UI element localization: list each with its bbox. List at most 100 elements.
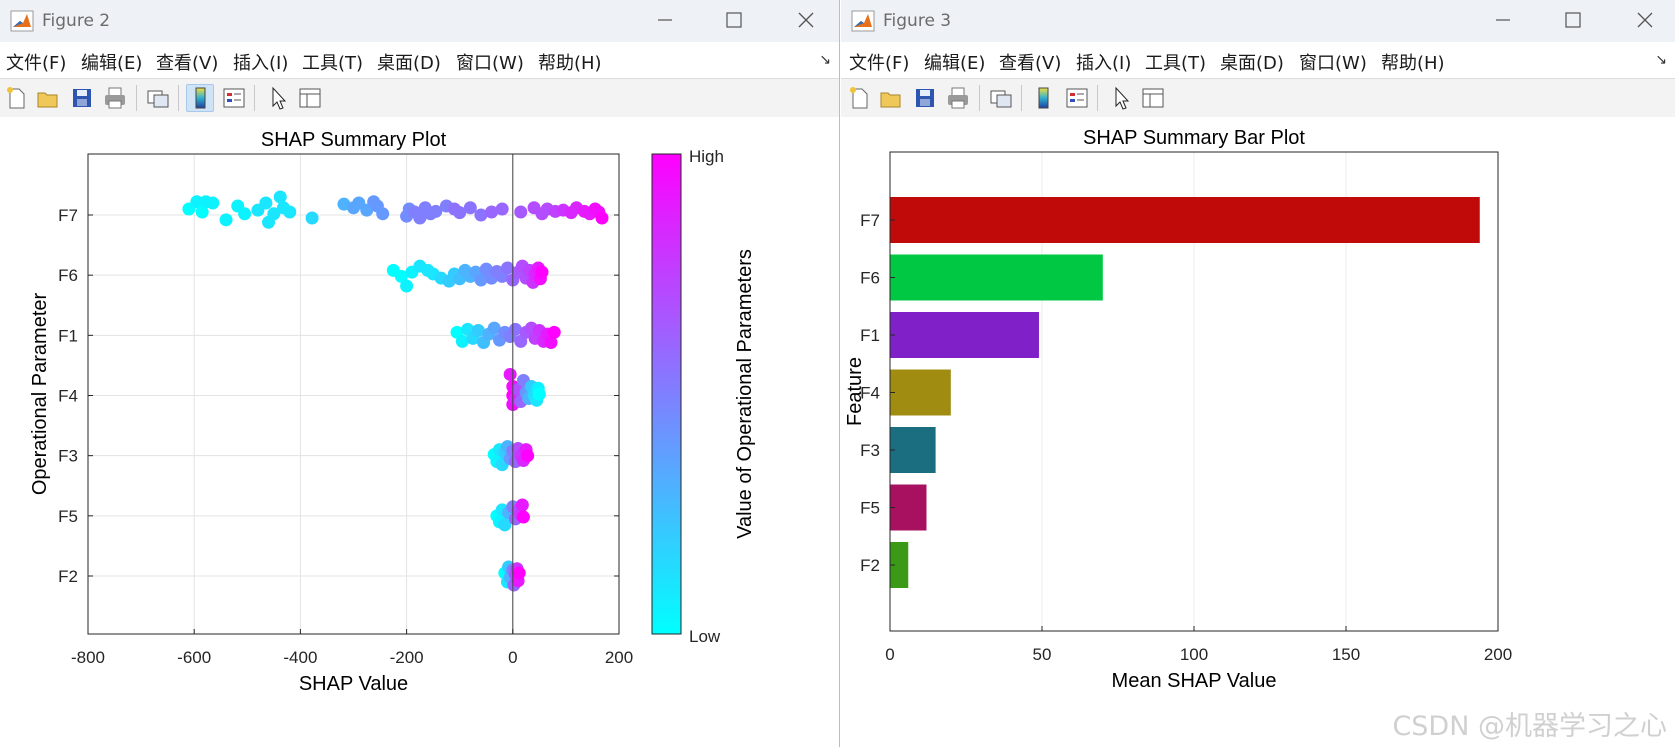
new-figure-icon[interactable] <box>2 84 30 112</box>
shap-summary-plot[interactable]: -800 -600 -400 -200 0 200 F2 F5 F3 F4 F1 F6 F7 SHAP … <box>0 117 839 747</box>
menu-help[interactable]: 帮助(H) <box>1381 49 1445 75</box>
figure-canvas: 0 50 100 150 200 F7 F6 F1 F4 F3 F5 F2 SHAP Summary … <box>841 117 1675 747</box>
menu-file[interactable]: 文件(F) <box>849 49 909 75</box>
open-file-icon[interactable] <box>877 84 905 112</box>
y-tick-label: F4 <box>58 387 78 406</box>
menu-tools[interactable]: 工具(T) <box>302 49 363 75</box>
menu-view[interactable]: 查看(V) <box>156 49 218 75</box>
bar-f3 <box>890 427 936 473</box>
menu-window[interactable]: 窗口(W) <box>1299 49 1367 75</box>
menu-file[interactable]: 文件(F) <box>6 49 66 75</box>
minimize-icon[interactable] <box>1491 8 1515 32</box>
pointer-icon[interactable] <box>264 84 292 112</box>
print-icon[interactable] <box>944 84 972 112</box>
menu-tools[interactable]: 工具(T) <box>1145 49 1206 75</box>
legend-icon[interactable] <box>220 84 248 112</box>
y-tick-label: F1 <box>860 326 880 345</box>
minimize-icon[interactable] <box>653 8 677 32</box>
colorbar-label: Value of Operational Parameters <box>734 249 756 539</box>
bar-f4 <box>890 369 951 416</box>
title-bar: Figure 3 <box>841 0 1675 42</box>
data-point <box>495 202 509 216</box>
toolbar-separator <box>1021 85 1022 111</box>
pointer-icon[interactable] <box>1107 84 1135 112</box>
close-icon[interactable] <box>794 8 818 32</box>
legend-icon[interactable] <box>1063 84 1091 112</box>
y-tick-label: F3 <box>860 441 880 460</box>
data-point <box>283 205 297 219</box>
x-tick-label: -600 <box>177 648 211 667</box>
y-tick-label: F1 <box>58 326 78 345</box>
menu-desktop[interactable]: 桌面(D) <box>1220 49 1284 75</box>
figure-canvas: -800 -600 -400 -200 0 200 F2 F5 F3 F4 F1 F6 F7 SHAP … <box>0 117 839 747</box>
data-point <box>595 211 609 225</box>
figure-toolbar <box>0 78 839 118</box>
x-tick-label: -400 <box>283 648 317 667</box>
y-tick-label: F7 <box>58 206 78 225</box>
matlab-logo-icon <box>10 9 34 37</box>
save-icon[interactable] <box>911 84 939 112</box>
bar-f5 <box>890 484 927 531</box>
colorbar-high-label: High <box>689 147 724 166</box>
x-tick-label: 150 <box>1332 645 1360 664</box>
figure-3-window: Figure 3 文件(F) 编辑(E) 查看(V) 插入(I) 工具(T) 桌… <box>841 0 1675 747</box>
menu-view[interactable]: 查看(V) <box>999 49 1061 75</box>
close-icon[interactable] <box>1633 8 1657 32</box>
x-tick-label: 0 <box>885 645 894 664</box>
link-plot-icon[interactable] <box>144 84 172 112</box>
colorbar-low-label: Low <box>689 627 721 646</box>
maximize-icon[interactable] <box>1561 8 1585 32</box>
menu-help[interactable]: 帮助(H) <box>538 49 602 75</box>
chart-title: SHAP Summary Bar Plot <box>1083 127 1305 149</box>
save-icon[interactable] <box>68 84 96 112</box>
toolbar-separator <box>136 85 137 111</box>
data-point <box>238 207 252 221</box>
bar-f6 <box>890 254 1103 301</box>
open-file-icon[interactable] <box>34 84 62 112</box>
toolbar-separator <box>254 85 255 111</box>
menu-edit[interactable]: 编辑(E) <box>81 49 142 75</box>
colorbar[interactable] <box>651 153 682 635</box>
data-point <box>514 205 528 219</box>
data-point <box>503 367 517 381</box>
y-tick-label: F2 <box>58 567 78 586</box>
y-tick-label: F6 <box>860 269 880 288</box>
toolbar-separator <box>1097 85 1098 111</box>
matlab-logo-icon <box>851 9 875 37</box>
print-icon[interactable] <box>101 84 129 112</box>
maximize-icon[interactable] <box>722 8 746 32</box>
colorbar-icon[interactable] <box>186 84 214 112</box>
bars <box>890 197 1480 588</box>
dock-arrow-icon[interactable]: ↘ <box>1655 52 1667 68</box>
menu-insert[interactable]: 插入(I) <box>1076 49 1131 75</box>
y-tick-label: F3 <box>58 447 78 466</box>
property-inspector-icon[interactable] <box>296 84 324 112</box>
toolbar-separator <box>178 85 179 111</box>
y-tick-label: F6 <box>58 266 78 285</box>
property-inspector-icon[interactable] <box>1139 84 1167 112</box>
y-tick-label: F5 <box>860 499 880 518</box>
data-point <box>400 279 414 293</box>
new-figure-icon[interactable] <box>845 84 873 112</box>
chart-title: SHAP Summary Plot <box>261 129 447 151</box>
dock-arrow-icon[interactable]: ↘ <box>819 52 831 68</box>
bar-f1 <box>890 312 1039 358</box>
menu-insert[interactable]: 插入(I) <box>233 49 288 75</box>
x-tick-label: -800 <box>71 648 105 667</box>
menu-window[interactable]: 窗口(W) <box>456 49 524 75</box>
menu-bar: 文件(F) 编辑(E) 查看(V) 插入(I) 工具(T) 桌面(D) 窗口(W… <box>841 42 1675 78</box>
data-point <box>463 201 477 215</box>
shap-summary-bar-plot[interactable]: 0 50 100 150 200F7F6F1F4F3F5F2 SHAP Summary … <box>841 117 1675 747</box>
link-plot-icon[interactable] <box>987 84 1015 112</box>
menu-desktop[interactable]: 桌面(D) <box>377 49 441 75</box>
menu-edit[interactable]: 编辑(E) <box>924 49 985 75</box>
figure-2-window: Figure 2 文件(F) 编辑(E) 查看(V) 插入(I) 工具(T) 桌… <box>0 0 840 747</box>
data-point <box>521 449 535 463</box>
y-tick-label: F5 <box>58 507 78 526</box>
colorbar-icon[interactable] <box>1029 84 1057 112</box>
window-title: Figure 3 <box>883 11 952 31</box>
data-point <box>376 207 390 221</box>
x-tick-label: 100 <box>1180 645 1208 664</box>
x-tick-label: 50 <box>1033 645 1052 664</box>
figure-toolbar <box>841 78 1675 118</box>
